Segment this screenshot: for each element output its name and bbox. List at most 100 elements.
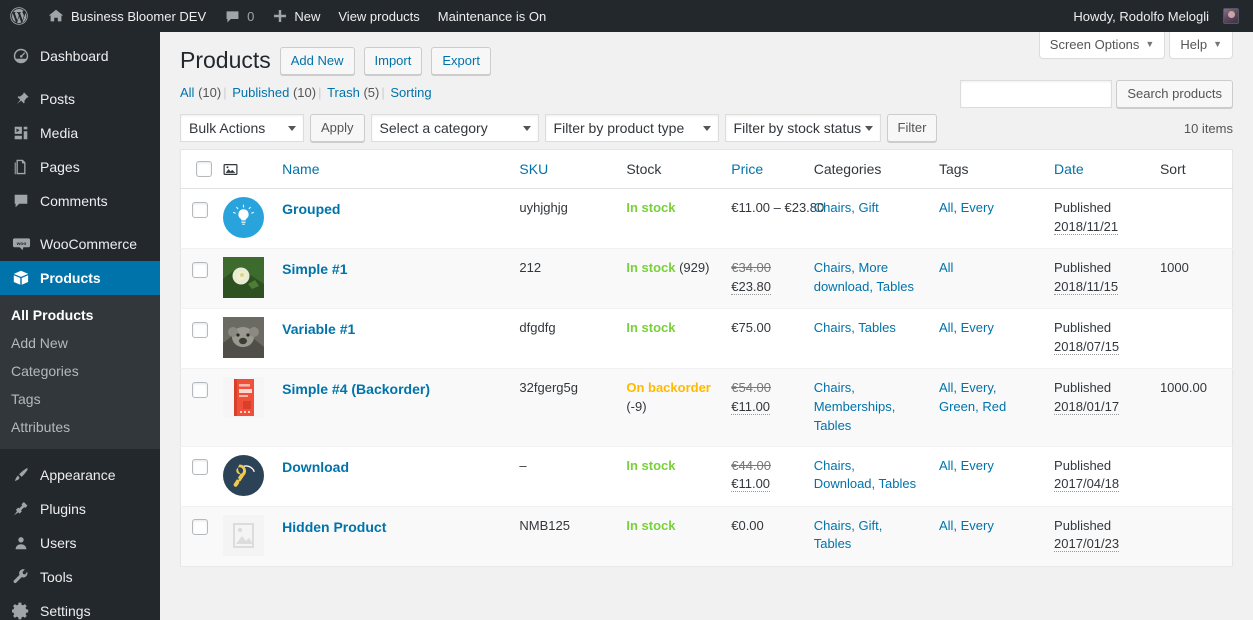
sidebar-item-comments[interactable]: Comments (0, 184, 160, 218)
row-sku-cell: 32fgerg5g (509, 369, 616, 447)
sidebar-item-posts[interactable]: Posts (0, 82, 160, 116)
view-all-link[interactable]: All (180, 85, 194, 100)
view-trash-link[interactable]: Trash (327, 85, 360, 100)
sidebar-item-label: Dashboard (40, 48, 109, 64)
filter-button[interactable]: Filter (887, 114, 938, 142)
my-account-menu[interactable]: Howdy, Rodolfo Melogli (1064, 0, 1253, 32)
sidebar-item-settings[interactable]: Settings (0, 594, 160, 620)
tag-links[interactable]: All, Every (939, 458, 994, 473)
comments-menu[interactable]: 0 (215, 0, 263, 32)
chevron-down-icon: ▼ (1213, 40, 1222, 49)
sku-header[interactable]: SKU (509, 150, 616, 189)
name-header-link[interactable]: Name (282, 161, 319, 177)
add-new-button[interactable]: Add New (280, 47, 355, 75)
product-name-link[interactable]: Simple #1 (282, 261, 347, 277)
date-value: 2018/07/15 (1054, 339, 1119, 355)
product-name-link[interactable]: Download (282, 459, 349, 475)
row-stock-cell: In stock (616, 506, 721, 566)
category-links[interactable]: Chairs, Memberships, Tables (814, 380, 896, 433)
sidebar-item-pages[interactable]: Pages (0, 150, 160, 184)
date-status: Published (1054, 380, 1111, 395)
product-name-link[interactable]: Grouped (282, 201, 340, 217)
row-tags-cell: All, Every (929, 506, 1044, 566)
table-row[interactable]: Grouped uyhjghjg In stock €11.00 – €23.8… (181, 189, 1233, 249)
search-products-button[interactable]: Search products (1116, 80, 1233, 108)
sidebar-item-media[interactable]: Media (0, 116, 160, 150)
price-header[interactable]: Price (721, 150, 803, 189)
submenu-item-all-products[interactable]: All Products (0, 301, 160, 329)
stock-status: In stock (626, 200, 675, 215)
view-sorting-link[interactable]: Sorting (390, 85, 431, 100)
help-tab[interactable]: Help ▼ (1169, 32, 1233, 59)
site-name-menu[interactable]: Business Bloomer DEV (38, 0, 215, 32)
maintenance-status[interactable]: Maintenance is On (429, 0, 555, 32)
sidebar-item-products[interactable]: Products (0, 261, 160, 295)
row-checkbox[interactable] (192, 202, 208, 218)
sidebar-item-appearance[interactable]: Appearance (0, 458, 160, 492)
row-checkbox[interactable] (192, 382, 208, 398)
home-icon (47, 7, 65, 25)
sidebar-item-plugins[interactable]: Plugins (0, 492, 160, 526)
category-links[interactable]: Chairs, Gift (814, 200, 879, 215)
table-row[interactable]: Simple #4 (Backorder) 32fgerg5g On backo… (181, 369, 1233, 447)
product-name-link[interactable]: Hidden Product (282, 519, 386, 535)
stock-status-filter-select[interactable]: Filter by stock status (725, 114, 881, 142)
submenu-item-attributes[interactable]: Attributes (0, 413, 160, 441)
row-sort-cell: 1000 (1150, 249, 1233, 309)
export-button[interactable]: Export (431, 47, 491, 75)
row-checkbox[interactable] (192, 262, 208, 278)
sidebar-item-tools[interactable]: Tools (0, 560, 160, 594)
bulk-actions-value: Bulk Actions (189, 115, 265, 141)
category-filter-select[interactable]: Select a category (371, 114, 539, 142)
category-links[interactable]: Chairs, Gift, Tables (814, 518, 883, 552)
sidebar-item-dashboard[interactable]: Dashboard (0, 39, 160, 73)
table-row[interactable]: Download – In stock €44.00 €11.00 Chairs… (181, 446, 1233, 506)
chevron-down-icon (703, 126, 711, 131)
select-all-checkbox[interactable] (196, 161, 212, 177)
price-header-link[interactable]: Price (731, 161, 763, 177)
date-header-link[interactable]: Date (1054, 161, 1084, 177)
apply-button[interactable]: Apply (310, 114, 365, 142)
submenu-item-categories[interactable]: Categories (0, 357, 160, 385)
row-price-cell: €75.00 (721, 309, 803, 369)
row-checkbox[interactable] (192, 322, 208, 338)
admin-sidebar-menu: Dashboard Posts Media Pages Comments woo… (0, 32, 160, 620)
import-button[interactable]: Import (364, 47, 423, 75)
category-links[interactable]: Chairs, Tables (814, 320, 896, 335)
wp-logo-menu[interactable] (0, 0, 38, 32)
tag-links[interactable]: All, Every (939, 320, 994, 335)
sku-header-link[interactable]: SKU (519, 161, 548, 177)
product-name-link[interactable]: Variable #1 (282, 321, 355, 337)
table-row[interactable]: Variable #1 dfgdfg In stock €75.00 Chair… (181, 309, 1233, 369)
date-value: 2018/11/15 (1054, 279, 1118, 295)
product-name-link[interactable]: Simple #4 (Backorder) (282, 381, 430, 397)
row-thumbnail-cell (217, 309, 272, 369)
stock-header-label: Stock (626, 161, 661, 177)
search-input[interactable] (960, 80, 1112, 108)
category-links[interactable]: Chairs, More download, Tables (814, 260, 914, 294)
sidebar-item-users[interactable]: Users (0, 526, 160, 560)
screen-options-tab[interactable]: Screen Options ▼ (1039, 32, 1166, 59)
tag-links[interactable]: All, Every (939, 518, 994, 533)
bulk-actions-select[interactable]: Bulk Actions (180, 114, 304, 142)
submenu-item-add-new[interactable]: Add New (0, 329, 160, 357)
row-checkbox[interactable] (192, 519, 208, 535)
row-checkbox[interactable] (192, 459, 208, 475)
sidebar-item-woocommerce[interactable]: woo WooCommerce (0, 227, 160, 261)
submenu-item-tags[interactable]: Tags (0, 385, 160, 413)
view-products-link[interactable]: View products (329, 0, 428, 32)
view-separator: | (379, 85, 386, 100)
date-header[interactable]: Date (1044, 150, 1150, 189)
view-published-link[interactable]: Published (232, 85, 289, 100)
new-content-menu[interactable]: New (263, 0, 329, 32)
row-categories-cell: Chairs, Memberships, Tables (804, 369, 929, 447)
dashboard-icon (11, 46, 31, 66)
table-row[interactable]: Simple #1 212 In stock (929) €34.00 €23.… (181, 249, 1233, 309)
table-row[interactable]: Hidden Product NMB125 In stock €0.00 Cha… (181, 506, 1233, 566)
name-header[interactable]: Name (272, 150, 509, 189)
category-links[interactable]: Chairs, Download, Tables (814, 458, 916, 492)
tag-links[interactable]: All, Every (939, 200, 994, 215)
tag-links[interactable]: All (939, 260, 953, 275)
product-type-filter-select[interactable]: Filter by product type (545, 114, 719, 142)
tag-links[interactable]: All, Every, Green, Red (939, 380, 1006, 414)
